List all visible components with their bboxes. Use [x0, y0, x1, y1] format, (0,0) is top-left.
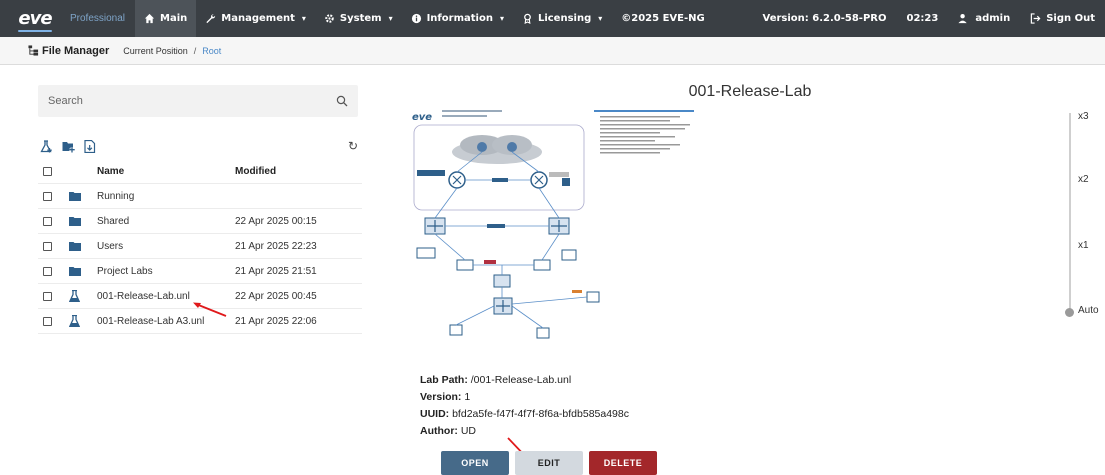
import-file-icon[interactable]: [84, 139, 96, 153]
lab-uuid-line: UUID: bfd2a5fe-f47f-4f7f-8f6a-bfdb585a49…: [420, 408, 629, 420]
zoom-auto-label: Auto: [1078, 305, 1099, 316]
breadcrumb-separator: /: [193, 45, 197, 56]
add-folder-icon[interactable]: [62, 140, 75, 153]
lab-actions: OPEN EDIT DELETE: [441, 451, 657, 475]
select-all-checkbox[interactable]: [43, 166, 52, 176]
search-placeholder: Search: [48, 95, 83, 107]
zoom-x3-label: x3: [1078, 111, 1089, 122]
edition-label: Professional: [70, 13, 126, 24]
lab-path: /001-Release-Lab.unl: [470, 374, 572, 386]
nav-information-label: Information: [426, 13, 493, 24]
sign-out-icon: [1030, 13, 1041, 24]
nav-main[interactable]: Main: [135, 0, 197, 37]
open-button[interactable]: OPEN: [441, 451, 509, 475]
search-input[interactable]: Search: [38, 85, 358, 117]
version-text: Version: 6.2.0-58-PRO: [762, 13, 887, 24]
lab-version-line: Version: 1: [420, 391, 471, 403]
row-checkbox[interactable]: [43, 291, 52, 301]
folder-icon: [69, 216, 81, 226]
lab-author: UD: [460, 425, 476, 437]
breadcrumb-root[interactable]: Root: [202, 46, 221, 56]
row-name[interactable]: Project Labs: [97, 266, 235, 277]
zoom-track[interactable]: [1069, 113, 1071, 313]
nav-system-label: System: [339, 13, 382, 24]
add-lab-icon[interactable]: [40, 139, 53, 153]
table-row[interactable]: Users 21 Apr 2025 22:23: [38, 234, 362, 259]
file-manager-title: File Manager: [28, 45, 109, 57]
row-name[interactable]: Users: [97, 241, 235, 252]
nav-management[interactable]: Management ▾: [196, 0, 315, 37]
sign-out-button[interactable]: Sign Out: [1020, 13, 1105, 24]
lab-preview-title: 001-Release-Lab: [688, 83, 812, 100]
top-nav-bar: eve Professional Main Management ▾ Syste…: [0, 0, 1105, 37]
row-modified: 21 Apr 2025 21:51: [235, 265, 317, 277]
sign-out-label: Sign Out: [1046, 13, 1095, 24]
home-icon: [144, 13, 155, 24]
file-toolbar: ↻: [40, 138, 358, 154]
row-checkbox[interactable]: [43, 191, 52, 201]
copyright-text: ©2025 EVE-NG: [621, 13, 705, 24]
row-modified: 21 Apr 2025 22:06: [235, 315, 317, 327]
column-name-header[interactable]: Name: [97, 166, 235, 177]
chevron-down-icon: ▾: [499, 14, 504, 23]
row-checkbox[interactable]: [43, 316, 52, 326]
row-checkbox[interactable]: [43, 266, 52, 276]
lab-flask-icon: [69, 315, 81, 327]
clock-text: 02:23: [906, 13, 939, 24]
svg-text:eve: eve: [412, 112, 432, 123]
table-row[interactable]: Running: [38, 184, 362, 209]
delete-button[interactable]: DELETE: [589, 451, 657, 475]
logo-text: eve: [18, 8, 53, 32]
row-name[interactable]: Shared: [97, 216, 235, 227]
nav-management-label: Management: [221, 13, 295, 24]
nav-system[interactable]: System ▾: [315, 0, 402, 37]
nav-licensing[interactable]: Licensing ▾: [513, 0, 611, 37]
user-menu[interactable]: admin: [948, 13, 1020, 24]
column-modified-header[interactable]: Modified: [235, 166, 276, 177]
eve-logo[interactable]: eve: [0, 0, 70, 37]
row-modified: 21 Apr 2025 22:23: [235, 240, 317, 252]
lab-path-line: Lab Path: /001-Release-Lab.unl: [420, 374, 572, 386]
row-checkbox[interactable]: [43, 241, 52, 251]
lab-flask-icon: [69, 290, 81, 302]
zoom-handle[interactable]: [1065, 308, 1074, 317]
zoom-x2-label: x2: [1078, 174, 1089, 185]
file-manager-title-text: File Manager: [42, 44, 110, 57]
zoom-x1-label: x1: [1078, 240, 1089, 251]
nav-main-label: Main: [160, 13, 188, 24]
chevron-down-icon: ▾: [388, 14, 393, 23]
wrench-icon: [206, 14, 216, 24]
table-header: Name Modified: [38, 159, 362, 184]
nav-licensing-label: Licensing: [537, 13, 592, 24]
lab-info: Lab Path: /001-Release-Lab.unl Version: …: [420, 372, 629, 440]
refresh-icon[interactable]: ↻: [348, 139, 358, 153]
breadcrumb-label: Current Position: [123, 45, 188, 56]
username: admin: [975, 13, 1011, 24]
user-icon: [958, 14, 968, 24]
edit-button[interactable]: EDIT: [515, 451, 583, 475]
lab-uuid: bfd2a5fe-f47f-4f7f-8f6a-bfdb585a498c: [452, 408, 629, 420]
folder-icon: [69, 191, 81, 201]
search-icon[interactable]: [336, 95, 348, 107]
folder-icon: [69, 241, 81, 251]
chevron-down-icon: ▾: [598, 14, 603, 23]
table-row[interactable]: Shared 22 Apr 2025 00:15: [38, 209, 362, 234]
info-icon: [411, 13, 421, 24]
folder-icon: [69, 266, 81, 276]
row-name[interactable]: Running: [97, 191, 235, 202]
row-checkbox[interactable]: [43, 216, 52, 226]
row-modified: 22 Apr 2025 00:45: [235, 290, 317, 302]
folder-tree-icon: [28, 45, 39, 56]
table-row[interactable]: Project Labs 21 Apr 2025 21:51: [38, 259, 362, 284]
file-manager-bar: File Manager Current Position / Root: [0, 37, 1105, 65]
gear-icon: [325, 14, 334, 23]
chevron-down-icon: ▾: [301, 14, 306, 23]
lab-topology-thumbnail: eve: [412, 110, 694, 339]
row-modified: 22 Apr 2025 00:15: [235, 215, 317, 227]
lab-version: 1: [464, 391, 471, 403]
zoom-slider[interactable]: x3 x2 x1 Auto: [1064, 103, 1104, 318]
nav-information[interactable]: Information ▾: [402, 0, 513, 37]
annotation-arrow: [193, 302, 227, 317]
license-icon: [524, 13, 531, 24]
